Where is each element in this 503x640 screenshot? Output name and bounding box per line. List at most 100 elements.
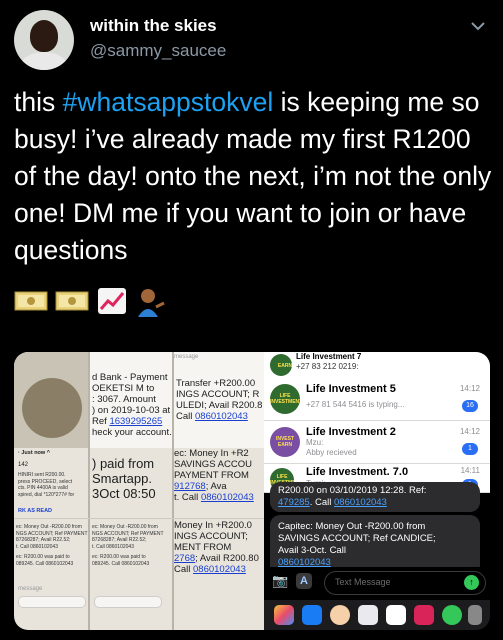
ref-link: 479285 bbox=[278, 497, 310, 508]
more-apps-icon bbox=[468, 605, 482, 625]
avatar-shirt bbox=[20, 52, 68, 70]
app-tray bbox=[264, 600, 490, 630]
ussd-line: cts. PIN 4400A is valid bbox=[18, 485, 68, 491]
person-tipping-hand-emoji bbox=[138, 289, 166, 317]
app-store-icon: A bbox=[296, 573, 312, 589]
chat-title: Life Investment 2 bbox=[306, 426, 396, 438]
sms-collage: message d Bank - Payment OEKETSI M to : … bbox=[14, 352, 264, 630]
phone-link: 0860102043 bbox=[200, 492, 254, 503]
capitec-line: t. Call 0860102043 bbox=[92, 543, 134, 550]
avatar[interactable] bbox=[14, 10, 74, 70]
tweet-text: this #whatsappstokvel is keeping me so b… bbox=[14, 84, 492, 269]
chat-row-life-investment-2: INVEST EARN Life Investment 2 Mzu: Abby … bbox=[264, 421, 490, 464]
money-in-line: SAVINGS ACCOU bbox=[174, 459, 252, 470]
chat-subtitle: Abby recieved bbox=[306, 448, 357, 457]
money-in-line: PAYMENT FROM bbox=[174, 470, 249, 481]
money-in-line: ; Ava bbox=[205, 481, 227, 492]
tweet-text-before: this bbox=[14, 87, 63, 117]
phone-link: 0860102043 bbox=[334, 497, 387, 508]
message-label: message bbox=[174, 354, 199, 360]
bubble-line: Capitec: Money Out -R200.00 from bbox=[278, 521, 426, 532]
camera-icon: 📷 bbox=[272, 573, 289, 588]
bank-line: OEKETSI M to bbox=[92, 383, 155, 394]
sms-bubble: R200.00 on 03/10/2019 12:28. Ref: 479285… bbox=[270, 482, 480, 512]
user-handle[interactable]: @sammy_saucee bbox=[90, 41, 226, 61]
transfer-line: ULEDI; Avail R200.8 bbox=[176, 400, 263, 411]
group-thumbnail: EARN bbox=[270, 354, 292, 376]
chat-title: Life Investment 5 bbox=[306, 383, 396, 395]
bubble-line: SAVINGS ACCOUNT; Ref CANDICE; bbox=[278, 533, 436, 544]
bubble-line: R200.00 on 03/10/2019 12:28. Ref: bbox=[278, 485, 427, 496]
music-icon bbox=[386, 605, 406, 625]
phone-link: 0860102043 bbox=[193, 564, 246, 575]
send-icon: ↑ bbox=[464, 575, 479, 590]
mark-as-read-button: RK AS READ bbox=[18, 508, 53, 514]
sunset-photo bbox=[22, 378, 82, 438]
chat-subtitle: +27 83 212 0219: bbox=[296, 362, 359, 371]
paid-line: 3Oct 08:50 bbox=[92, 486, 156, 501]
chat-title: Life Investment. 7.0 bbox=[306, 466, 409, 478]
chat-subtitle: +27 81 544 5416 is typing... bbox=[306, 400, 405, 409]
photos-icon bbox=[274, 605, 294, 625]
yen-banknote-emoji bbox=[55, 291, 89, 311]
ref-link: 2768 bbox=[174, 553, 196, 564]
chat-time: 14:12 bbox=[459, 427, 480, 436]
money-in-line: MENT FROM bbox=[174, 542, 232, 553]
bank-line: ) on 2019-10-03 at bbox=[92, 405, 171, 416]
chart-increasing-emoji bbox=[97, 288, 126, 314]
paid-sms: ) paid from Smartapp. 3Oct 08:50 bbox=[92, 456, 156, 501]
transfer-line: INGS ACCOUNT; R bbox=[176, 389, 260, 400]
input-placeholder: Text Message bbox=[335, 577, 391, 587]
phone-link: 0860102043 bbox=[195, 411, 248, 422]
chat-row-top: EARN Life Investment 7 +27 83 212 0219: bbox=[264, 352, 490, 379]
group-thumbnail: LIFE INVESTMENT bbox=[270, 384, 300, 414]
unread-badge: 1 bbox=[462, 443, 478, 455]
bank-line: Ref bbox=[92, 416, 107, 427]
bank-line: heck your account. bbox=[92, 427, 172, 438]
paid-line: Smartapp. bbox=[92, 471, 152, 486]
money-in-line: Call bbox=[174, 564, 191, 575]
bank-line: d Bank - Payment bbox=[92, 372, 168, 383]
attached-image[interactable]: message d Bank - Payment OEKETSI M to : … bbox=[14, 352, 490, 630]
capitec-line: 089245. Call 0860102043 bbox=[92, 560, 150, 567]
yen-banknote-emoji bbox=[14, 291, 48, 311]
money-in-line: INGS ACCOUNT; bbox=[174, 531, 248, 542]
paid-line: ) paid from bbox=[92, 456, 155, 471]
capitec-line: t. Call 0860102043 bbox=[16, 543, 58, 550]
animoji-icon bbox=[358, 605, 378, 625]
money-in-sms-2: Money In +R200.0 INGS ACCOUNT; MENT FROM… bbox=[174, 520, 259, 575]
emoji-row bbox=[14, 287, 171, 317]
ussd-text: HINIRI sent R200.00. press PROCEED, sele… bbox=[18, 472, 74, 498]
capitec-line: ec: Money Out -R200.00 from bbox=[92, 524, 158, 530]
capitec-sms-1: ec: Money Out -R200.00 from NGS ACCOUNT;… bbox=[16, 524, 88, 567]
transfer-line: Call bbox=[176, 411, 193, 422]
capitec-line: ec: Money Out -R200.00 from bbox=[16, 524, 82, 530]
transfer-line: Transfer +R200.00 bbox=[176, 378, 256, 389]
money-in-line: t. Call bbox=[174, 492, 199, 503]
chevron-down-icon[interactable] bbox=[468, 16, 488, 36]
digital-touch-icon bbox=[414, 605, 434, 625]
message-field bbox=[18, 596, 86, 608]
display-name[interactable]: within the skies bbox=[90, 16, 217, 36]
memoji-icon bbox=[330, 605, 350, 625]
chat-time: 14:12 bbox=[459, 384, 480, 393]
money-in-line: Money In +R200.0 bbox=[174, 520, 252, 531]
whatsapp-screenshot: EARN Life Investment 7 +27 83 212 0219: … bbox=[264, 352, 490, 630]
just-now-label: · Just now ^ bbox=[18, 450, 50, 456]
message-field bbox=[94, 596, 162, 608]
chat-title: Life Investment 7 bbox=[296, 352, 362, 361]
bank-sms: d Bank - Payment OEKETSI M to : 3067. Am… bbox=[92, 372, 172, 438]
money-in-line: ; Avail R200.80 bbox=[195, 553, 259, 564]
divider bbox=[88, 352, 90, 630]
hashtag-link[interactable]: #whatsappstokvel bbox=[63, 87, 274, 117]
ussd-line: xpired, dial *120*277# for bbox=[18, 491, 75, 498]
bank-line: : 3067. Amount bbox=[92, 394, 156, 405]
tweet-header: within the skies @sammy_saucee bbox=[14, 10, 494, 72]
money-in-sms: ec: Money In +R2 SAVINGS ACCOU PAYMENT F… bbox=[174, 448, 254, 503]
capitec-line: 089245. Call 0860102043 bbox=[16, 560, 74, 567]
transfer-sms: Transfer +R200.00 INGS ACCOUNT; R ULEDI;… bbox=[176, 378, 262, 422]
chat-row-life-investment-5: LIFE INVESTMENT Life Investment 5 +27 81… bbox=[264, 378, 490, 421]
capitec-sms-2: ec: Money Out -R200.00 from NGS ACCOUNT;… bbox=[92, 524, 164, 567]
chat-time: 14:11 bbox=[460, 466, 480, 475]
divider bbox=[14, 518, 264, 519]
